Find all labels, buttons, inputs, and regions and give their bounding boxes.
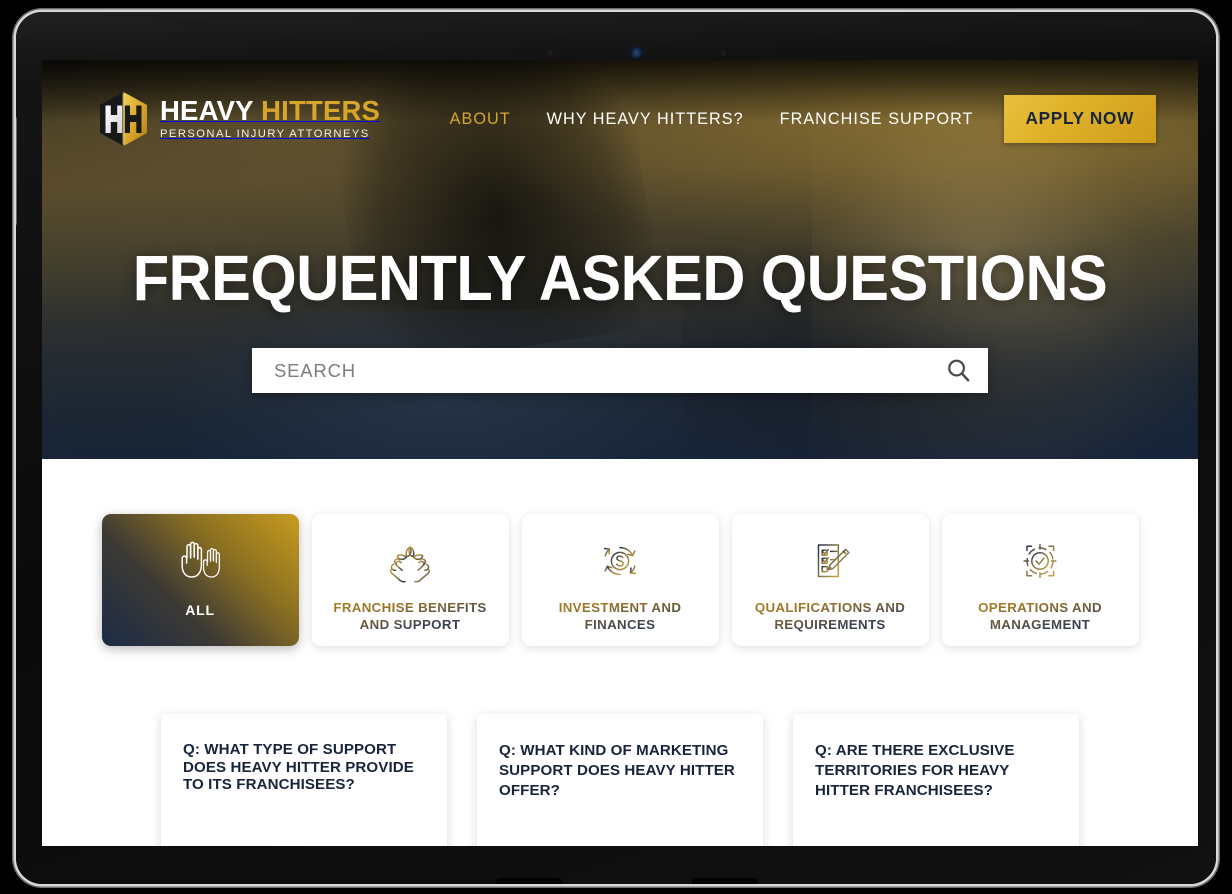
hero-section: HEAVY HITTERS PERSONAL INJURY ATTORNEYS … (42, 60, 1198, 459)
faq-card-grid: Q: WHAT TYPE OF SUPPORT DOES HEAVY HITTE… (82, 646, 1158, 846)
sensor-dot-icon (721, 50, 726, 56)
page-title: FREQUENTLY ASKED QUESTIONS (132, 242, 1108, 314)
nav-item-about[interactable]: ABOUT (450, 110, 511, 129)
category-tab-franchise-benefits-and-support[interactable]: FRANCHISE BENEFITS AND SUPPORT (311, 514, 509, 646)
site-header: HEAVY HITTERS PERSONAL INJURY ATTORNEYS … (42, 60, 1198, 178)
category-tab-all[interactable]: ALL (101, 514, 299, 646)
speaker-notch (496, 878, 562, 884)
search-icon[interactable] (945, 357, 972, 384)
category-tab-operations-and-management[interactable]: OPERATIONS AND MANAGEMENT (941, 514, 1139, 646)
faq-question: Q: ARE THERE EXCLUSIVE TERRITORIES FOR H… (815, 742, 1015, 800)
category-tab-label: FRANCHISE BENEFITS AND SUPPORT (312, 599, 509, 633)
speaker-notch (692, 878, 758, 884)
logo-title: HEAVY HITTERS (160, 95, 380, 126)
category-tab-label: OPERATIONS AND MANAGEMENT (942, 599, 1139, 633)
raised-hands-icon (176, 536, 224, 586)
category-tab-label: QUALIFICATIONS AND REQUIREMENTS (732, 599, 929, 633)
volume-button[interactable] (16, 116, 17, 226)
browser-viewport: HEAVY HITTERS PERSONAL INJURY ATTORNEYS … (42, 60, 1198, 846)
nav-item-why-heavy-hitters[interactable]: WHY HEAVY HITTERS? (547, 110, 744, 129)
faq-card[interactable]: Q: WHAT TYPE OF SUPPORT DOES HEAVY HITTE… (161, 714, 447, 846)
category-tab-label: ALL (185, 602, 215, 618)
category-filter-tabs: ALL FRANCHISE BENEFITS AND SUPPORT INVES… (82, 459, 1158, 646)
faq-question: Q: WHAT TYPE OF SUPPORT DOES HEAVY HITTE… (183, 741, 414, 793)
target-check-icon (1016, 536, 1064, 586)
logo-title-part2: HITTERS (261, 95, 381, 127)
dollar-cycle-icon (596, 536, 644, 586)
hero-content: FREQUENTLY ASKED QUESTIONS (42, 178, 1198, 393)
category-tab-investment-and-finances[interactable]: INVESTMENT AND FINANCES (521, 514, 719, 646)
nav-item-franchise-support[interactable]: FRANCHISE SUPPORT (780, 110, 974, 129)
logo-wordmark: HEAVY HITTERS PERSONAL INJURY ATTORNEYS (160, 97, 398, 141)
faq-card[interactable]: Q: WHAT KIND OF MARKETING SUPPORT DOES H… (477, 714, 763, 846)
heavy-hitters-shield-logo-icon (100, 92, 147, 146)
faq-content: ALL FRANCHISE BENEFITS AND SUPPORT INVES… (42, 459, 1198, 846)
sensor-dot-icon (548, 50, 553, 56)
category-tab-label: INVESTMENT AND FINANCES (522, 599, 719, 633)
logo-link[interactable]: HEAVY HITTERS PERSONAL INJURY ATTORNEYS (100, 92, 398, 146)
search-input[interactable] (274, 359, 945, 382)
category-tab-qualifications-and-requirements[interactable]: QUALIFICATIONS AND REQUIREMENTS (731, 514, 929, 646)
screenshot-stage: HEAVY HITTERS PERSONAL INJURY ATTORNEYS … (0, 0, 1232, 894)
faq-question: Q: WHAT KIND OF MARKETING SUPPORT DOES H… (499, 742, 735, 800)
faq-card[interactable]: Q: ARE THERE EXCLUSIVE TERRITORIES FOR H… (793, 714, 1079, 846)
logo-title-part1: HEAVY (160, 95, 262, 127)
webcam-icon (629, 46, 644, 61)
apply-now-button[interactable]: APPLY NOW (1003, 95, 1156, 143)
tablet-device-frame: HEAVY HITTERS PERSONAL INJURY ATTORNEYS … (16, 12, 1216, 884)
checklist-pencil-icon (806, 536, 854, 586)
search-bar[interactable] (252, 348, 988, 393)
logo-tagline: PERSONAL INJURY ATTORNEYS (160, 127, 370, 140)
primary-navigation: ABOUT WHY HEAVY HITTERS? FRANCHISE SUPPO… (450, 110, 974, 129)
hands-plant-icon (385, 536, 435, 586)
